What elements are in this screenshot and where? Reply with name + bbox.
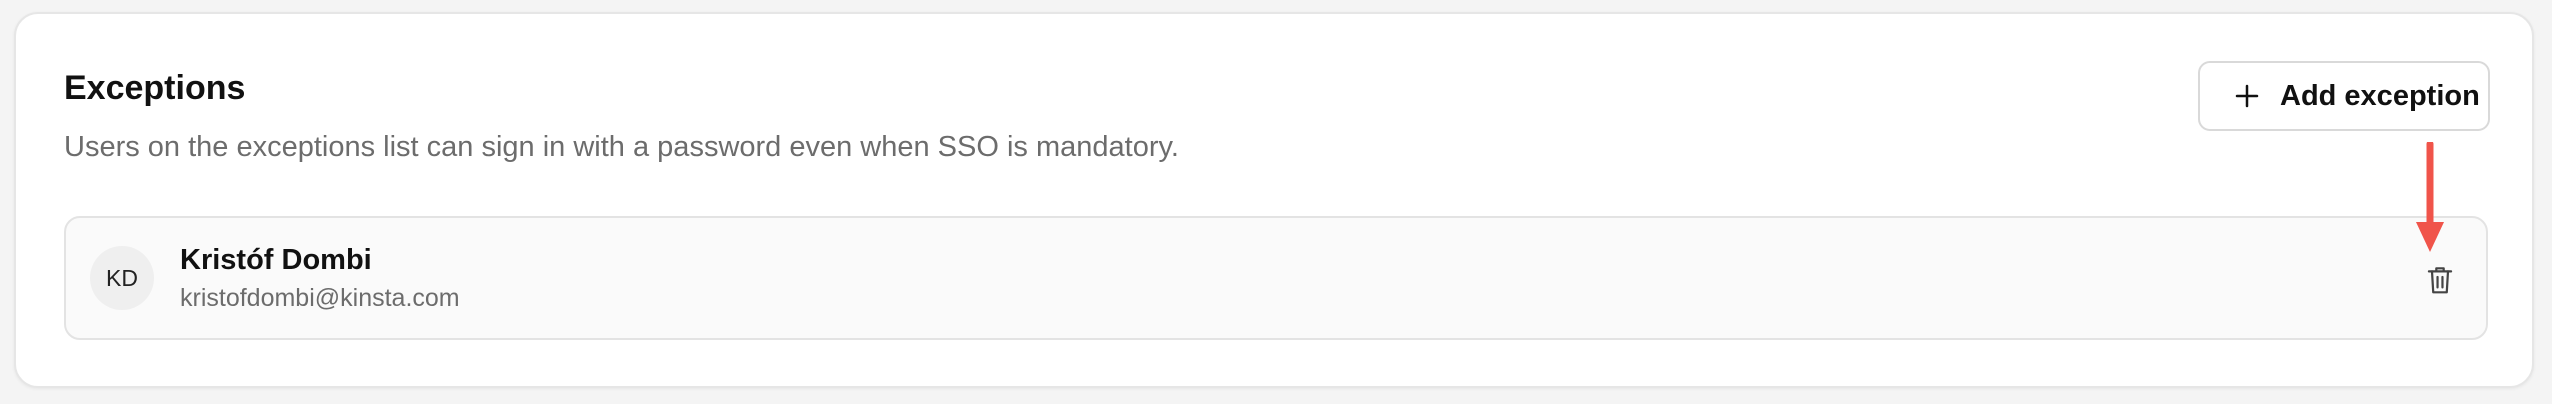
user-email: kristofdombi@kinsta.com bbox=[180, 284, 460, 312]
add-exception-button[interactable]: Add exception bbox=[2198, 61, 2490, 131]
plus-icon bbox=[2235, 84, 2259, 108]
trash-icon bbox=[2427, 267, 2453, 294]
avatar: KD bbox=[90, 246, 154, 310]
remove-exception-button[interactable] bbox=[2420, 260, 2460, 300]
exceptions-card: Exceptions Users on the exceptions list … bbox=[14, 12, 2534, 388]
arrow-down-icon bbox=[2416, 142, 2444, 252]
exception-user-row: KD Kristóf Dombi kristofdombi@kinsta.com bbox=[64, 216, 2488, 340]
add-exception-label: Add exception bbox=[2280, 79, 2480, 112]
user-name: Kristóf Dombi bbox=[180, 244, 372, 276]
exceptions-description: Users on the exceptions list can sign in… bbox=[64, 131, 1179, 163]
exceptions-title: Exceptions bbox=[64, 69, 246, 107]
